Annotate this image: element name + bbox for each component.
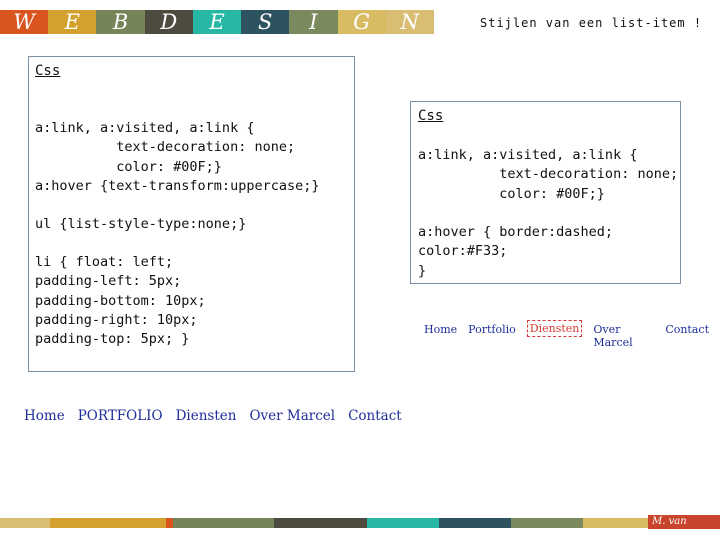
- banner-letter-s: S: [241, 10, 290, 34]
- nav-link-contact[interactable]: Contact: [348, 408, 402, 424]
- css-heading: Css: [35, 63, 61, 79]
- footer-segment: [439, 518, 512, 528]
- code-li-rule: li { float: left; padding-left: 5px; pad…: [35, 254, 206, 348]
- banner-letter-b: B: [96, 10, 145, 34]
- footer-segment: [367, 518, 440, 528]
- banner-letter-n: N: [385, 10, 434, 34]
- css-code-box-left: Css a:link, a:visited, a:link { text-dec…: [28, 56, 355, 372]
- footer-segment: [273, 518, 368, 528]
- banner-letter-w: W: [0, 10, 49, 34]
- footer-segment: [172, 518, 274, 528]
- footer-segment: [583, 518, 648, 528]
- banner-letter-e2: E: [192, 10, 242, 34]
- banner-letter-i: I: [289, 10, 338, 34]
- code-link-rules: a:link, a:visited, a:link { text-decorat…: [35, 120, 320, 194]
- webdesign-banner: W E B D E S I G N: [0, 10, 434, 34]
- footer-segment: [50, 518, 166, 528]
- footer-segment: [0, 518, 51, 528]
- footer-segment: [165, 518, 173, 528]
- css-heading: Css: [418, 108, 444, 124]
- code-hover-rule: a:hover { border:dashed; color:#F33; }: [418, 224, 614, 279]
- footer-color-strip: [0, 518, 720, 528]
- nav-uppercase-demo: Home PORTFOLIO Diensten Over Marcel Cont…: [24, 408, 415, 424]
- nav-dashed-demo: Home Portfolio Diensten Over Marcel Cont…: [424, 320, 720, 349]
- nav-link-portfolio[interactable]: Portfolio: [468, 323, 516, 349]
- code-link-rules: a:link, a:visited, a:link { text-decorat…: [418, 147, 679, 202]
- banner-letter-d: D: [144, 10, 193, 34]
- nav-link-home[interactable]: Home: [424, 323, 457, 349]
- nav-link-diensten[interactable]: Diensten: [176, 408, 237, 424]
- nav-link-over-marcel[interactable]: Over Marcel: [593, 323, 654, 349]
- code-ul-rule: ul {list-style-type:none;}: [35, 216, 247, 232]
- nav-link-portfolio[interactable]: PORTFOLIO: [78, 408, 163, 424]
- banner-letter-g: G: [337, 10, 386, 34]
- nav-link-home[interactable]: Home: [24, 408, 65, 424]
- nav-link-diensten-hovered[interactable]: Diensten: [526, 320, 583, 337]
- banner-letter-e: E: [48, 10, 97, 34]
- author-label: M. van Cinkel: [648, 515, 720, 540]
- footer-segment: [511, 518, 584, 528]
- nav-link-over-marcel[interactable]: Over Marcel: [249, 408, 335, 424]
- css-code-box-right: Css a:link, a:visited, a:link { text-dec…: [410, 101, 681, 284]
- slide-title: Stijlen van een list-item !: [480, 16, 703, 30]
- nav-link-contact[interactable]: Contact: [665, 323, 709, 349]
